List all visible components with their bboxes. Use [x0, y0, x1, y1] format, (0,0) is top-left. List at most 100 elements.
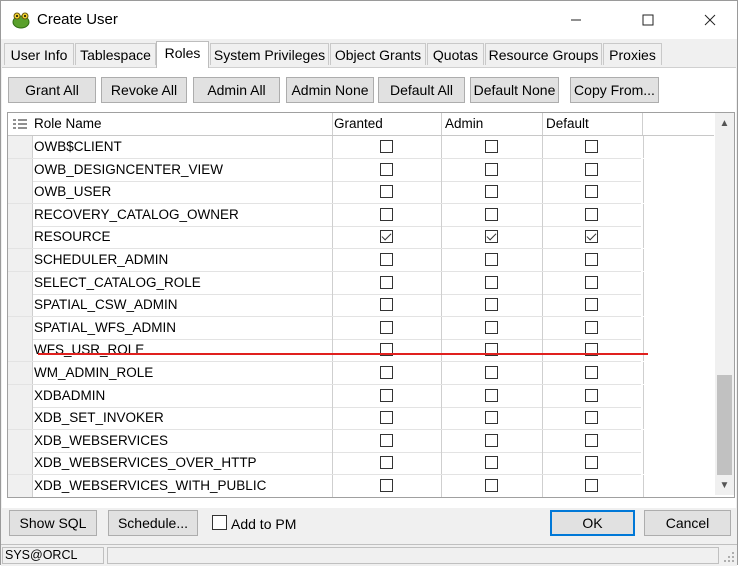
row-indicator[interactable]	[8, 136, 33, 158]
revoke-all-button[interactable]: Revoke All	[101, 77, 187, 103]
row-indicator[interactable]	[8, 249, 33, 271]
row-indicator[interactable]	[8, 339, 33, 362]
default-checkbox[interactable]	[585, 298, 598, 312]
table-row[interactable]: XDB_SET_INVOKER	[8, 407, 644, 431]
row-indicator[interactable]	[8, 429, 33, 452]
tab-system-privileges[interactable]: System Privileges	[210, 43, 329, 65]
table-row[interactable]: SELECT_CATALOG_ROLE	[8, 271, 644, 295]
default-checkbox[interactable]	[585, 162, 598, 176]
admin-checkbox[interactable]	[485, 207, 498, 221]
admin-checkbox[interactable]	[485, 185, 498, 199]
admin-checkbox[interactable]	[485, 388, 498, 402]
header-admin[interactable]: Admin	[445, 113, 483, 135]
table-row[interactable]: XDBADMIN	[8, 384, 644, 408]
default-checkbox[interactable]	[585, 275, 598, 289]
table-row[interactable]: RECOVERY_CATALOG_OWNER	[8, 203, 644, 227]
admin-checkbox[interactable]	[485, 298, 498, 312]
default-checkbox[interactable]	[585, 433, 598, 447]
table-row[interactable]: OWB_DESIGNCENTER_VIEW	[8, 158, 644, 182]
tab-proxies[interactable]: Proxies	[603, 43, 662, 65]
title-bar[interactable]: Create User	[1, 1, 737, 39]
tab-user-info[interactable]: User Info	[4, 43, 74, 65]
maximize-button[interactable]	[625, 1, 671, 39]
admin-checkbox[interactable]	[485, 456, 498, 470]
admin-checkbox[interactable]	[485, 320, 498, 334]
granted-checkbox[interactable]	[380, 253, 393, 266]
default-checkbox[interactable]	[585, 479, 598, 492]
default-checkbox[interactable]	[585, 253, 598, 266]
default-checkbox[interactable]	[585, 456, 598, 470]
default-checkbox[interactable]	[585, 230, 598, 244]
admin-all-button[interactable]: Admin All	[193, 77, 280, 103]
header-role-name[interactable]: Role Name	[34, 113, 102, 135]
scroll-thumb[interactable]	[717, 375, 732, 475]
row-indicator[interactable]	[8, 407, 33, 430]
close-button[interactable]	[687, 1, 733, 39]
show-sql-button[interactable]: Show SQL	[9, 510, 97, 536]
admin-checkbox[interactable]	[485, 140, 498, 153]
copy-from-button[interactable]: Copy From...	[570, 77, 659, 103]
default-checkbox[interactable]	[585, 207, 598, 221]
table-row[interactable]: OWB_USER	[8, 181, 644, 205]
granted-checkbox[interactable]	[380, 162, 393, 176]
admin-checkbox[interactable]	[485, 433, 498, 447]
tab-object-grants[interactable]: Object Grants	[330, 43, 426, 65]
admin-checkbox[interactable]	[485, 479, 498, 492]
vertical-scrollbar[interactable]: ▲ ▼	[715, 113, 734, 495]
row-indicator[interactable]	[8, 271, 33, 294]
row-indicator[interactable]	[8, 294, 33, 317]
admin-checkbox[interactable]	[485, 253, 498, 266]
table-row[interactable]: RESOURCE	[8, 226, 644, 250]
admin-checkbox[interactable]	[485, 411, 498, 425]
table-row[interactable]: XDB_WEBSERVICES	[8, 429, 644, 453]
granted-checkbox[interactable]	[380, 411, 393, 425]
ok-button[interactable]: OK	[550, 510, 635, 536]
default-checkbox[interactable]	[585, 320, 598, 334]
granted-checkbox[interactable]	[380, 298, 393, 312]
granted-checkbox[interactable]	[380, 185, 393, 199]
granted-checkbox[interactable]	[380, 140, 393, 153]
row-indicator[interactable]	[8, 158, 33, 181]
row-indicator[interactable]	[8, 226, 33, 249]
admin-checkbox[interactable]	[485, 366, 498, 379]
granted-checkbox[interactable]	[380, 366, 393, 379]
granted-checkbox[interactable]	[380, 433, 393, 447]
granted-checkbox[interactable]	[380, 275, 393, 289]
granted-checkbox[interactable]	[380, 230, 393, 244]
default-all-button[interactable]: Default All	[378, 77, 465, 103]
default-checkbox[interactable]	[585, 366, 598, 379]
admin-checkbox[interactable]	[485, 275, 498, 289]
admin-checkbox[interactable]	[485, 230, 498, 244]
row-indicator[interactable]	[8, 316, 33, 339]
column-chooser-icon[interactable]	[13, 118, 27, 130]
granted-checkbox[interactable]	[380, 479, 393, 492]
row-indicator[interactable]	[8, 384, 33, 407]
granted-checkbox[interactable]	[380, 320, 393, 334]
header-default[interactable]: Default	[546, 113, 589, 135]
admin-none-button[interactable]: Admin None	[286, 77, 374, 103]
table-row[interactable]: WFS_USR_ROLE	[8, 339, 644, 363]
tab-roles[interactable]: Roles	[156, 41, 209, 68]
cancel-button[interactable]: Cancel	[644, 510, 731, 536]
tab-tablespace[interactable]: Tablespace	[75, 43, 156, 65]
default-checkbox[interactable]	[585, 388, 598, 402]
table-row[interactable]: SPATIAL_WFS_ADMIN	[8, 316, 644, 340]
tab-resource-groups[interactable]: Resource Groups	[485, 43, 602, 65]
grant-all-button[interactable]: Grant All	[8, 77, 96, 103]
table-row[interactable]: SCHEDULER_ADMIN	[8, 249, 644, 272]
schedule-button[interactable]: Schedule...	[108, 510, 198, 536]
add-to-pm-checkbox[interactable]	[212, 515, 227, 530]
default-checkbox[interactable]	[585, 185, 598, 199]
scroll-down-icon[interactable]: ▼	[715, 477, 734, 495]
default-none-button[interactable]: Default None	[470, 77, 559, 103]
default-checkbox[interactable]	[585, 411, 598, 425]
table-row[interactable]: XDB_WEBSERVICES_WITH_PUBLIC	[8, 475, 644, 497]
granted-checkbox[interactable]	[380, 207, 393, 221]
table-row[interactable]: XDB_WEBSERVICES_OVER_HTTP	[8, 452, 644, 476]
tab-quotas[interactable]: Quotas	[427, 43, 484, 65]
row-indicator[interactable]	[8, 475, 33, 497]
row-indicator[interactable]	[8, 452, 33, 475]
default-checkbox[interactable]	[585, 140, 598, 153]
header-granted[interactable]: Granted	[334, 113, 383, 135]
granted-checkbox[interactable]	[380, 388, 393, 402]
